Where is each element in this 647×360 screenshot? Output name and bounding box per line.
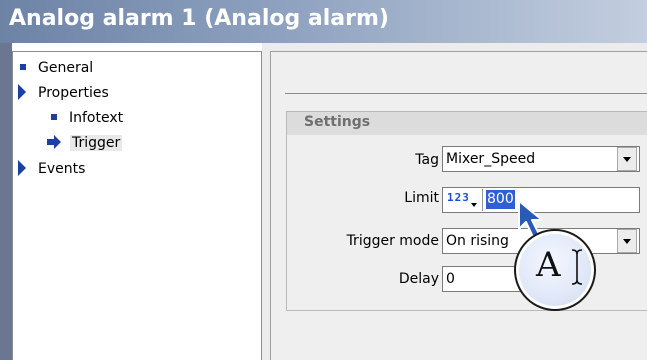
nav-item-label: Properties <box>38 85 109 101</box>
trigger-mode-dropdown-button[interactable] <box>617 229 637 253</box>
nav-item-label: Infotext <box>69 110 124 126</box>
text-ibeam-icon <box>571 249 583 285</box>
expand-triangle-icon <box>18 160 26 176</box>
tag-value: Mixer_Speed <box>446 151 536 167</box>
expand-triangle-icon <box>18 84 26 100</box>
square-bullet-icon <box>51 114 57 120</box>
chevron-down-icon <box>623 239 631 244</box>
value-type-selector[interactable]: 123 <box>444 189 483 211</box>
nav-item-events[interactable]: Events <box>18 159 85 179</box>
chevron-down-icon <box>471 203 477 207</box>
settings-title: Settings <box>304 114 371 130</box>
limit-value: 800 <box>486 190 515 209</box>
nav-item-infotext[interactable]: Infotext <box>51 108 123 128</box>
nav-item-label: Trigger <box>70 135 123 151</box>
limit-label: Limit <box>404 190 439 206</box>
nav-item-label: Events <box>38 161 86 177</box>
tag-dropdown[interactable]: Mixer_Speed <box>442 146 640 172</box>
arrow-right-icon <box>47 134 61 149</box>
nav-item-trigger[interactable]: Trigger <box>46 133 123 153</box>
delay-value: 0 <box>446 271 455 287</box>
tag-dropdown-button[interactable] <box>617 147 637 171</box>
trigger-mode-label: Trigger mode <box>346 233 439 249</box>
nav-item-label: General <box>38 60 94 76</box>
divider <box>285 93 647 94</box>
numeric-type-icon: 123 <box>447 191 470 204</box>
delay-label: Delay <box>398 271 439 287</box>
cursor-letter: A <box>536 245 561 285</box>
window-title: Analog alarm 1 (Analog alarm) <box>9 6 389 31</box>
trigger-mode-value: On rising <box>446 233 509 249</box>
left-frame <box>0 43 12 360</box>
square-bullet-icon <box>20 64 26 70</box>
chevron-down-icon <box>623 157 631 162</box>
tag-label: Tag <box>415 152 439 168</box>
nav-item-general[interactable]: General <box>20 58 93 78</box>
nav-item-properties[interactable]: Properties <box>18 83 109 103</box>
title-bar: Analog alarm 1 (Analog alarm) <box>0 0 647 43</box>
